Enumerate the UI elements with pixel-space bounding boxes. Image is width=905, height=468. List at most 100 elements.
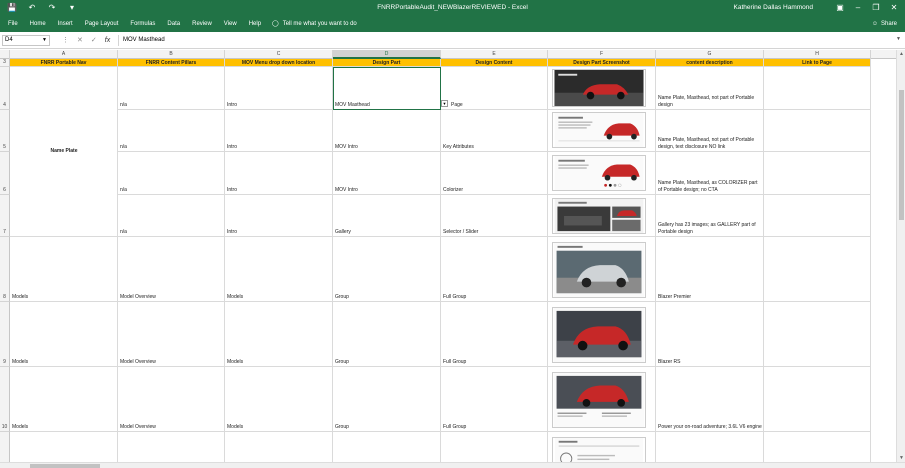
row-header[interactable]: 8 <box>0 237 10 302</box>
cell-g11[interactable] <box>656 432 764 462</box>
scroll-down-icon[interactable]: ▼ <box>897 455 905 461</box>
name-box[interactable]: D4 ▼ <box>2 35 50 46</box>
cell-h11[interactable] <box>764 432 871 462</box>
tab-review[interactable]: Review <box>192 19 212 29</box>
header-cell-d[interactable]: Design Part <box>333 59 441 67</box>
column-header-g[interactable]: G <box>656 50 764 59</box>
row-header[interactable]: 9 <box>0 302 10 367</box>
tell-me-box[interactable]: ◯ Tell me what you want to do <box>272 19 357 29</box>
cell-g4[interactable]: Name Plate, Masthead, not part of Portab… <box>656 67 764 110</box>
header-cell-f[interactable]: Design Part Screenshot <box>548 59 656 67</box>
header-cell-a[interactable]: FNRR Portable Nav <box>10 59 118 67</box>
row-header[interactable]: 5 <box>0 110 10 152</box>
user-name[interactable]: Katherine Dallas Hammond <box>734 3 813 13</box>
cell-b5[interactable]: n/a <box>118 110 225 152</box>
tab-page-layout[interactable]: Page Layout <box>85 19 119 29</box>
tab-file[interactable]: File <box>8 19 18 29</box>
header-cell-h[interactable]: Link to Page <box>764 59 871 67</box>
cell-b7[interactable]: n/a <box>118 195 225 237</box>
blazer-rs-screenshot[interactable] <box>552 307 646 363</box>
cell-a11[interactable] <box>10 432 118 462</box>
column-header-b[interactable]: B <box>118 50 225 59</box>
column-header-e[interactable]: E <box>441 50 548 59</box>
cell-g5[interactable]: Name Plate, Masthead, not part of Portab… <box>656 110 764 152</box>
header-cell-e[interactable]: Design Content <box>441 59 548 67</box>
cell-c7[interactable]: Intro <box>225 195 333 237</box>
engine-screenshot[interactable] <box>552 372 646 428</box>
minimize-icon[interactable]: – <box>851 1 865 14</box>
ribbon-display-icon[interactable]: ▣ <box>833 1 847 14</box>
horizontal-scrollbar[interactable] <box>0 462 905 468</box>
vertical-scrollbar[interactable]: ▲ ▼ <box>896 50 905 462</box>
expand-formula-icon[interactable]: ▼ <box>896 36 901 42</box>
row-header[interactable]: 4 <box>0 67 10 110</box>
cell-e8[interactable]: Full Group <box>441 237 548 302</box>
cell-b11[interactable] <box>118 432 225 462</box>
cell-c10[interactable]: Models <box>225 367 333 432</box>
row-header[interactable]: 6 <box>0 152 10 195</box>
cell-d4[interactable]: MOV Masthead <box>333 67 441 110</box>
cell-d5[interactable]: MOV Intro <box>333 110 441 152</box>
insert-function-icon[interactable]: fx <box>105 36 110 45</box>
cell-d6[interactable]: MOV Intro <box>333 152 441 195</box>
cell-a10[interactable]: Models <box>10 367 118 432</box>
tab-help[interactable]: Help <box>249 19 261 29</box>
cell-b6[interactable]: n/a <box>118 152 225 195</box>
column-header-a[interactable]: A <box>10 50 118 59</box>
tab-formulas[interactable]: Formulas <box>130 19 155 29</box>
row-header[interactable]: 3 <box>0 59 10 67</box>
cell-b9[interactable]: Model Overview <box>118 302 225 367</box>
cell-d8[interactable]: Group <box>333 237 441 302</box>
specs-screenshot[interactable] <box>552 437 646 462</box>
cell-d9[interactable]: Group <box>333 302 441 367</box>
blazer-premier-screenshot[interactable] <box>552 242 646 298</box>
vertical-scroll-thumb[interactable] <box>899 90 904 220</box>
colorizer-screenshot[interactable] <box>552 155 646 191</box>
cell-g6[interactable]: Name Plate, Masthead, as COLORIZER part … <box>656 152 764 195</box>
cell-h6[interactable] <box>764 152 871 195</box>
cell-c6[interactable]: Intro <box>225 152 333 195</box>
cell-b10[interactable]: Model Overview <box>118 367 225 432</box>
select-all-corner[interactable] <box>0 50 10 59</box>
cell-e6[interactable]: Colorizer <box>441 152 548 195</box>
cell-c5[interactable]: Intro <box>225 110 333 152</box>
cell-h8[interactable] <box>764 237 871 302</box>
row-header[interactable]: 11 <box>0 432 10 462</box>
cell-g7[interactable]: Gallery has 23 images; as GALLERY part o… <box>656 195 764 237</box>
row-header[interactable]: 10 <box>0 367 10 432</box>
cell-e10[interactable]: Full Group <box>441 367 548 432</box>
cell-c8[interactable]: Models <box>225 237 333 302</box>
header-cell-b[interactable]: FNRR Content Pillars <box>118 59 225 67</box>
close-icon[interactable]: ✕ <box>887 1 901 14</box>
filter-dropdown-icon[interactable]: ▼ <box>441 100 448 107</box>
chevron-down-icon[interactable]: ▼ <box>42 36 47 45</box>
merged-name-plate-cell[interactable]: Name Plate <box>10 67 118 237</box>
cell-e7[interactable]: Selector / Slider <box>441 195 548 237</box>
formula-input[interactable]: MOV Masthead <box>118 35 896 46</box>
header-cell-c[interactable]: MOV Menu drop down location <box>225 59 333 67</box>
cell-h9[interactable] <box>764 302 871 367</box>
cell-g8[interactable]: Blazer Premier <box>656 237 764 302</box>
restore-icon[interactable]: ❐ <box>869 1 883 14</box>
masthead-screenshot[interactable] <box>552 69 646 107</box>
cell-d11[interactable] <box>333 432 441 462</box>
tab-data[interactable]: Data <box>167 19 180 29</box>
cell-e11[interactable] <box>441 432 548 462</box>
cell-a8[interactable]: Models <box>10 237 118 302</box>
cell-e9[interactable]: Full Group <box>441 302 548 367</box>
column-header-d[interactable]: D <box>333 50 441 59</box>
cancel-icon[interactable]: ✕ <box>77 36 83 45</box>
horizontal-scroll-thumb[interactable] <box>30 464 100 468</box>
gallery-screenshot[interactable] <box>552 198 646 234</box>
cell-c9[interactable]: Models <box>225 302 333 367</box>
share-button[interactable]: ☺ Share <box>872 19 897 29</box>
tab-view[interactable]: View <box>224 19 237 29</box>
cell-h7[interactable] <box>764 195 871 237</box>
column-header-h[interactable]: H <box>764 50 871 59</box>
column-header-c[interactable]: C <box>225 50 333 59</box>
row-header[interactable]: 7 <box>0 195 10 237</box>
cell-a9[interactable]: Models <box>10 302 118 367</box>
cell-b4[interactable]: n/a <box>118 67 225 110</box>
enter-icon[interactable]: ✓ <box>91 36 97 45</box>
key-attributes-screenshot[interactable] <box>552 112 646 148</box>
